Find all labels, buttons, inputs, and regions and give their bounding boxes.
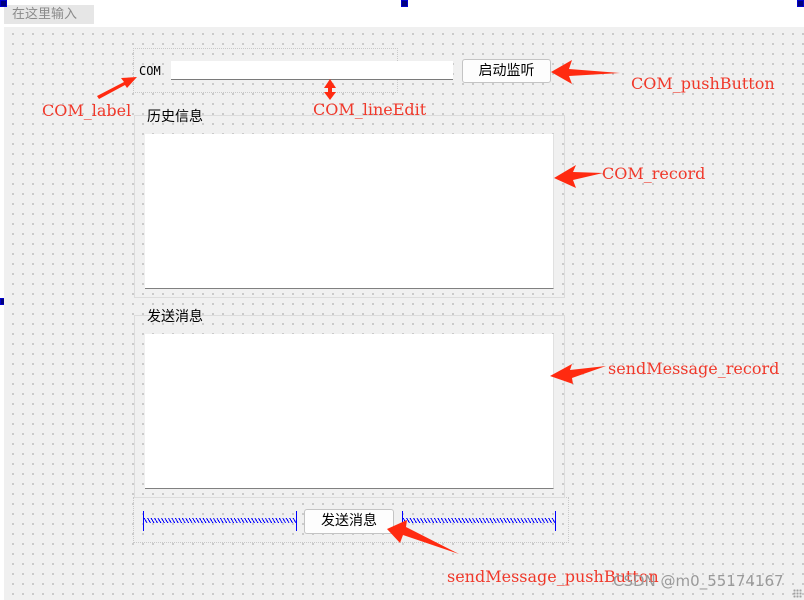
- annotation-com-record: COM_record: [602, 164, 706, 183]
- arrow-com-lineedit-icon: [324, 79, 336, 100]
- arrow-sendmessage-record-icon: [550, 364, 606, 384]
- annotation-com-label: COM_label: [42, 101, 132, 120]
- arrow-com-label-icon: [97, 77, 137, 99]
- arrow-com-pushbutton-icon: [551, 60, 620, 84]
- resize-grip-icon[interactable]: [793, 589, 802, 598]
- annotation-sendmessage-record: sendMessage_record: [608, 359, 780, 378]
- annotation-com-pushbutton: COM_pushButton: [631, 74, 775, 93]
- csdn-watermark: CSDN @m0_55174167: [613, 572, 784, 590]
- arrow-com-record-icon: [554, 165, 603, 188]
- arrow-sendmessage-pushbutton-icon: [387, 520, 459, 554]
- annotation-com-lineedit: COM_lineEdit: [313, 100, 427, 119]
